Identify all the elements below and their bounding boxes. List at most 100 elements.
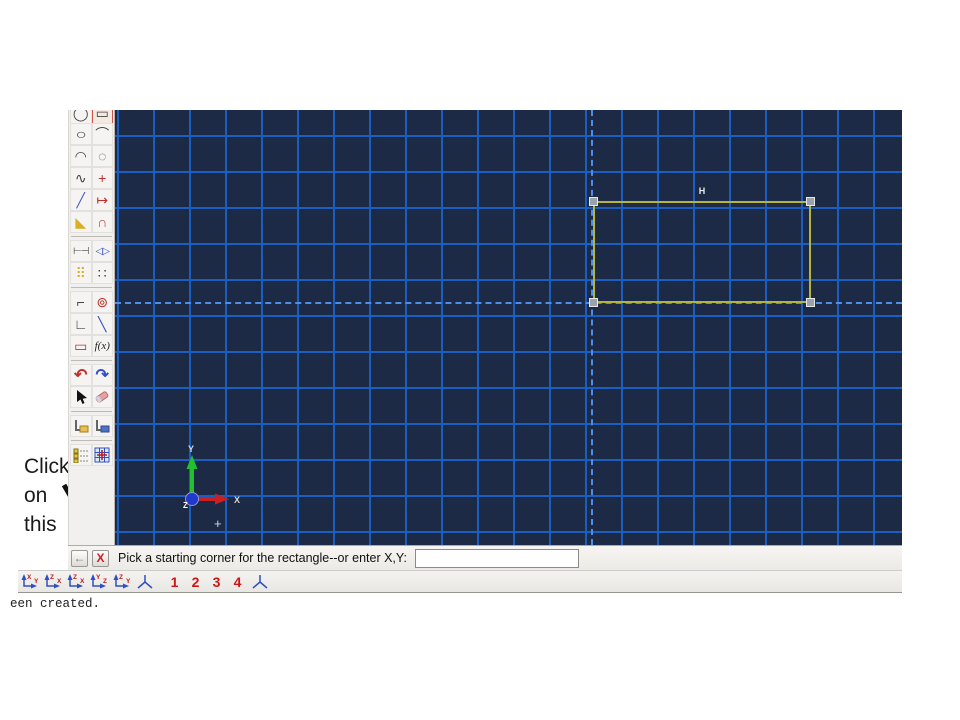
parameter-icon: f(x): [95, 340, 110, 352]
view-preset-1-button[interactable]: X Y: [18, 572, 41, 592]
slide: Click on this ◯ ▭ ○ ⌒ ◠ ◌ ∿ + ╱ ↦: [0, 0, 960, 720]
y-axis-label: Y: [188, 444, 194, 454]
rect-corner-handle[interactable]: [589, 197, 598, 206]
dimension-icon: ⊢⊣: [73, 246, 88, 257]
construction-line-icon: ↦: [96, 192, 108, 209]
line-tool[interactable]: ╱: [70, 189, 92, 211]
extend-tool[interactable]: ∟: [70, 313, 92, 335]
point-grid-tool[interactable]: ∷: [92, 262, 114, 284]
select-tool[interactable]: [70, 386, 92, 408]
folder-icon: [73, 418, 89, 434]
coordinates-input[interactable]: [415, 549, 579, 568]
sketcher-options-tool[interactable]: [92, 444, 114, 466]
view-1-button[interactable]: 1: [164, 574, 185, 590]
svg-text:Y: Y: [96, 574, 101, 581]
grid-options-icon: [94, 447, 110, 463]
x-axis-label: X: [234, 495, 240, 505]
view-preset-2-button[interactable]: Z X: [41, 572, 64, 592]
edit-dimension-tool[interactable]: ╲: [92, 313, 114, 335]
trim-icon: ⌐: [77, 294, 85, 310]
open-sketch-tool[interactable]: [70, 415, 92, 437]
item-list-icon: [73, 447, 89, 463]
spline-icon: ∿: [75, 170, 87, 187]
spline-tool[interactable]: ∿: [70, 167, 92, 189]
construction-line-tool[interactable]: ↦: [92, 189, 114, 211]
axis-view-icon: Z Y: [111, 573, 133, 591]
back-arrow-icon: ←: [74, 551, 86, 565]
arc-center-icon: ◠: [75, 148, 87, 165]
manage-items-tool[interactable]: [70, 444, 92, 466]
edit-dimension-icon: ╲: [98, 316, 106, 333]
tangent-arc-tool[interactable]: ∩: [92, 211, 114, 233]
erase-tool[interactable]: [92, 386, 114, 408]
undo-button[interactable]: ↶: [70, 364, 92, 386]
rect-corner-handle[interactable]: [806, 298, 815, 307]
view-toolbar: X Y Z X Z X Y Z: [18, 570, 902, 593]
axis-view-icon: Y Z: [88, 573, 110, 591]
message-area: een created.: [0, 593, 902, 619]
save-icon: [94, 418, 110, 434]
triad-icon: [134, 573, 156, 591]
toolbar-separator: [71, 411, 112, 412]
vertical-construction-line[interactable]: [591, 110, 593, 545]
redo-icon: ↷: [96, 365, 109, 385]
view-preset-4-button[interactable]: Y Z: [87, 572, 110, 592]
previous-step-button[interactable]: ←: [71, 550, 88, 567]
ellipse-tool[interactable]: ○: [70, 123, 92, 145]
ellipse-icon: ○: [75, 126, 86, 142]
view-4-button[interactable]: 4: [227, 574, 248, 590]
rectangle-icon: ▭: [96, 110, 109, 122]
constraint-tool[interactable]: ⊚: [92, 291, 114, 313]
circle-tool[interactable]: ◯: [70, 110, 92, 123]
linear-pattern-tool[interactable]: ⠿: [70, 262, 92, 284]
z-axis-label: Z: [183, 501, 188, 510]
view-preset-3-button[interactable]: Z X: [64, 572, 87, 592]
circle-3points-tool[interactable]: ◌: [92, 145, 114, 167]
resize-icon: ▭: [74, 338, 87, 355]
rect-corner-handle[interactable]: [806, 197, 815, 206]
sketch-rectangle[interactable]: [593, 201, 811, 303]
rectangle-tool[interactable]: ▭: [92, 110, 114, 123]
status-message: een created.: [10, 597, 100, 611]
view-preset-5-button[interactable]: Z Y: [110, 572, 133, 592]
point-icon: +: [98, 170, 106, 186]
apply-view-button[interactable]: [248, 572, 271, 592]
save-sketch-tool[interactable]: [92, 415, 114, 437]
toolbar-separator: [71, 360, 112, 361]
point-tool[interactable]: +: [92, 167, 114, 189]
line-icon: ╱: [77, 192, 85, 209]
redo-button[interactable]: ↷: [92, 364, 114, 386]
dimension-tool[interactable]: ⊢⊣: [70, 240, 92, 262]
prompt-message: Pick a starting corner for the rectangle…: [118, 551, 407, 565]
svg-text:X: X: [80, 578, 85, 585]
horizontal-constraint-label: H: [593, 186, 811, 196]
rect-corner-handle[interactable]: [589, 298, 598, 307]
svg-text:Z: Z: [119, 574, 123, 581]
trim-tool[interactable]: ⌐: [70, 291, 92, 313]
tangent-arc-icon: ∩: [97, 214, 107, 230]
view-2-button[interactable]: 2: [185, 574, 206, 590]
custom-view-button[interactable]: [133, 572, 156, 592]
arc-endpoints-tool[interactable]: ⌒: [92, 123, 114, 145]
circle-icon: ◯: [73, 110, 89, 122]
mirror-tool[interactable]: ◁▷: [92, 240, 114, 262]
fillet-tool[interactable]: ◣: [70, 211, 92, 233]
prompt-bar: ← X Pick a starting corner for the recta…: [68, 545, 902, 570]
view-3-button[interactable]: 3: [206, 574, 227, 590]
cancel-x-icon: X: [96, 551, 104, 565]
parameter-tool[interactable]: f(x): [92, 335, 114, 357]
annotation-line: Click: [24, 452, 70, 481]
cancel-procedure-button[interactable]: X: [92, 550, 109, 567]
svg-text:Z: Z: [103, 578, 107, 585]
svg-text:X: X: [27, 574, 32, 581]
sketch-toolbar: ◯ ▭ ○ ⌒ ◠ ◌ ∿ + ╱ ↦ ◣ ∩ ⊢⊣ ◁▷ ⠿: [68, 110, 115, 545]
constraint-icon: ⊚: [96, 294, 108, 311]
origin-triad-icon: Y X Z: [170, 443, 248, 515]
resize-tool[interactable]: ▭: [70, 335, 92, 357]
axis-view-icon: X Y: [19, 573, 41, 591]
eraser-icon: [94, 389, 110, 405]
circle-3points-icon: ◌: [98, 148, 106, 164]
sketch-canvas[interactable]: H Y X Z +: [115, 110, 902, 545]
arc-center-ends-tool[interactable]: ◠: [70, 145, 92, 167]
toolbar-separator: [71, 440, 112, 441]
